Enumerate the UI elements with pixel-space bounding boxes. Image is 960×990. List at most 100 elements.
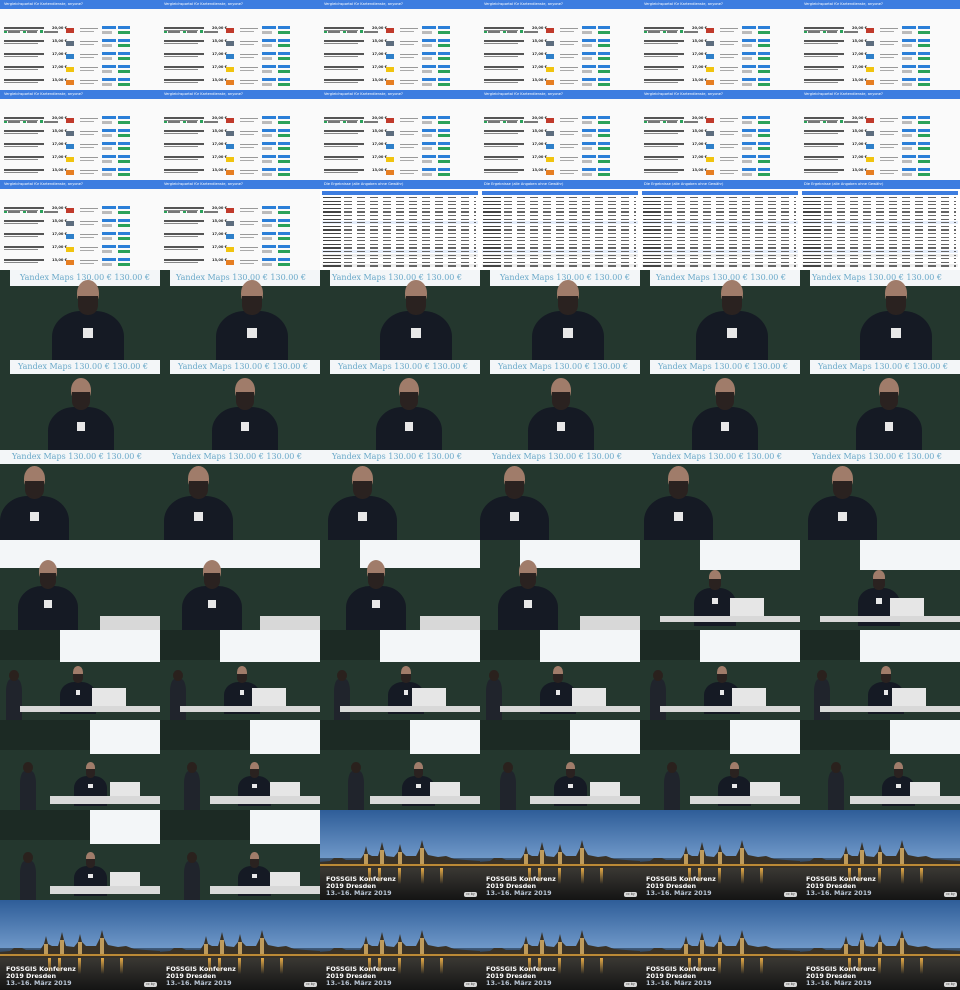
talk-photo-thumbnail[interactable]: [160, 810, 320, 900]
talk-photo-thumbnail[interactable]: Yandex Maps 130.00 € 130.00 €: [800, 450, 960, 540]
closing-slide-thumbnail[interactable]: FOSSGIS Konferenz 2019 Dresden 13.–16. M…: [640, 900, 800, 990]
closing-slide-thumbnail[interactable]: FOSSGIS Konferenz 2019 Dresden 13.–16. M…: [0, 900, 160, 990]
moderator: [170, 670, 186, 720]
talk-photo-thumbnail[interactable]: [160, 630, 320, 720]
list-item: 13,00 €: [164, 257, 316, 269]
talk-photo-thumbnail[interactable]: Yandex Maps 130.00 € 130.00 €: [800, 270, 960, 360]
item-detail: [560, 44, 574, 46]
talk-photo-thumbnail[interactable]: Yandex Maps 130.00 € 130.00 €: [0, 450, 160, 540]
item-subtitle: [4, 69, 38, 71]
item-button: [262, 245, 276, 248]
item-detail: [560, 31, 574, 33]
talk-photo-thumbnail[interactable]: [160, 720, 320, 810]
light-reflection: [538, 958, 541, 974]
table-slide-thumbnail[interactable]: Die Ergebnisse (alle Angaben ohne Gewähr…: [640, 180, 800, 270]
talk-photo-thumbnail[interactable]: [0, 720, 160, 810]
table-slide-thumbnail[interactable]: Die Ergebnisse (alle Angaben ohne Gewähr…: [480, 180, 640, 270]
item-button: [582, 147, 592, 150]
closing-slide-thumbnail[interactable]: FOSSGIS Konferenz 2019 Dresden 13.–16. M…: [160, 900, 320, 990]
item-button: [278, 78, 290, 81]
talk-photo-thumbnail[interactable]: Yandex Maps 130.00 € 130.00 €: [480, 450, 640, 540]
item-button: [582, 121, 592, 124]
talk-photo-thumbnail[interactable]: Yandex Maps 130.00 € 130.00 €: [0, 360, 160, 450]
slide-thumbnail[interactable]: Vergleichsportal für Kartendienste, anyo…: [640, 90, 800, 180]
talk-photo-thumbnail[interactable]: Yandex Maps 130.00 € 130.00 €: [160, 450, 320, 540]
talk-photo-thumbnail[interactable]: [320, 720, 480, 810]
item-button: [742, 155, 756, 158]
slide-thumbnail[interactable]: Vergleichsportal für Kartendienste, anyo…: [320, 90, 480, 180]
talk-photo-thumbnail[interactable]: [320, 630, 480, 720]
item-detail: [880, 54, 898, 56]
talk-photo-thumbnail[interactable]: [800, 720, 960, 810]
table-slide-thumbnail[interactable]: Die Ergebnisse (alle Angaben ohne Gewähr…: [800, 180, 960, 270]
talk-photo-thumbnail[interactable]: Yandex Maps 130.00 € 130.00 €: [640, 450, 800, 540]
row-values: [664, 254, 796, 256]
slide-thumbnail[interactable]: Vergleichsportal für Kartendienste, anyo…: [480, 90, 640, 180]
speaker: [18, 560, 78, 630]
slide-body: 20,00 € 15,00 € 17,00 € 17,00 € 13,00 €: [0, 189, 160, 270]
item-button: [102, 211, 112, 214]
caption-line-3: 13.–16. März 2019: [486, 889, 552, 897]
talk-photo-thumbnail[interactable]: [320, 540, 480, 630]
table-row: [802, 239, 958, 242]
slide-thumbnail[interactable]: Vergleichsportal für Kartendienste, anyo…: [800, 0, 960, 90]
closing-slide-thumbnail[interactable]: FOSSGIS Konferenz 2019 Dresden 13.–16. M…: [800, 900, 960, 990]
talk-photo-thumbnail[interactable]: [800, 540, 960, 630]
talk-photo-thumbnail[interactable]: Yandex Maps 130.00 € 130.00 €: [160, 360, 320, 450]
closing-slide-thumbnail[interactable]: FOSSGIS Konferenz 2019 Dresden 13.–16. M…: [480, 810, 640, 900]
moderator-head: [667, 762, 677, 773]
talk-photo-thumbnail[interactable]: Yandex Maps 130.00 € 130.00 €: [640, 360, 800, 450]
slide-thumbnail[interactable]: Vergleichsportal für Kartendienste, anyo…: [160, 180, 320, 270]
item-detail: [880, 131, 898, 133]
closing-slide-thumbnail[interactable]: FOSSGIS Konferenz 2019 Dresden 13.–16. M…: [800, 810, 960, 900]
slide-thumbnail[interactable]: Vergleichsportal für Kartendienste, anyo…: [160, 90, 320, 180]
talk-photo-thumbnail[interactable]: [480, 540, 640, 630]
slide-thumbnail[interactable]: Vergleichsportal für Kartendienste, anyo…: [320, 0, 480, 90]
talk-photo-thumbnail[interactable]: [480, 720, 640, 810]
slide-thumbnail[interactable]: Vergleichsportal für Kartendienste, anyo…: [0, 0, 160, 90]
talk-photo-thumbnail[interactable]: [800, 630, 960, 720]
table-slide-thumbnail[interactable]: Die Ergebnisse (alle Angaben ohne Gewähr…: [320, 180, 480, 270]
closing-slide-thumbnail[interactable]: FOSSGIS Konferenz 2019 Dresden 13.–16. M…: [480, 900, 640, 990]
moderator-body: [6, 679, 22, 720]
talk-photo-thumbnail[interactable]: [0, 810, 160, 900]
item-detail: [400, 173, 414, 175]
slide-thumbnail[interactable]: Vergleichsportal für Kartendienste, anyo…: [640, 0, 800, 90]
list-item: 20,00 €: [484, 25, 636, 37]
talk-photo-thumbnail[interactable]: Yandex Maps 130.00 € 130.00 €: [160, 270, 320, 360]
closing-slide-thumbnail[interactable]: FOSSGIS Konferenz 2019 Dresden 13.–16. M…: [320, 900, 480, 990]
item-title: [4, 246, 44, 248]
talk-photo-thumbnail[interactable]: [160, 540, 320, 630]
talk-photo-thumbnail[interactable]: Yandex Maps 130.00 € 130.00 €: [0, 270, 160, 360]
slide-thumbnail[interactable]: Vergleichsportal für Kartendienste, anyo…: [800, 90, 960, 180]
talk-photo-thumbnail[interactable]: [640, 630, 800, 720]
talk-photo-thumbnail[interactable]: Yandex Maps 130.00 € 130.00 €: [320, 270, 480, 360]
projection-screen: [700, 540, 800, 570]
closing-slide-thumbnail[interactable]: FOSSGIS Konferenz 2019 Dresden 13.–16. M…: [320, 810, 480, 900]
talk-photo-thumbnail[interactable]: Yandex Maps 130.00 € 130.00 €: [320, 450, 480, 540]
talk-photo-thumbnail[interactable]: Yandex Maps 130.00 € 130.00 €: [640, 270, 800, 360]
talk-photo-thumbnail[interactable]: Yandex Maps 130.00 € 130.00 €: [480, 360, 640, 450]
closing-slide-thumbnail[interactable]: FOSSGIS Konferenz 2019 Dresden 13.–16. M…: [640, 810, 800, 900]
talk-photo-thumbnail[interactable]: [480, 630, 640, 720]
slide-title: Vergleichsportal für Kartendienste, anyo…: [800, 90, 960, 99]
talk-photo-thumbnail[interactable]: Yandex Maps 130.00 € 130.00 €: [800, 360, 960, 450]
talk-photo-thumbnail[interactable]: [640, 720, 800, 810]
slide-thumbnail[interactable]: Vergleichsportal für Kartendienste, anyo…: [480, 0, 640, 90]
talk-photo-thumbnail[interactable]: Yandex Maps 130.00 € 130.00 €: [480, 270, 640, 360]
item-subtitle: [644, 172, 678, 174]
talk-photo-thumbnail[interactable]: [640, 540, 800, 630]
slide-thumbnail[interactable]: Vergleichsportal für Kartendienste, anyo…: [0, 180, 160, 270]
moderator-body: [828, 771, 844, 810]
slide-thumbnail[interactable]: Vergleichsportal für Kartendienste, anyo…: [160, 0, 320, 90]
item-button: [102, 232, 116, 235]
item-subtitle: [324, 133, 358, 135]
slide-thumbnail[interactable]: Vergleichsportal für Kartendienste, anyo…: [0, 90, 160, 180]
table-row: [322, 200, 478, 203]
item-button: [422, 26, 436, 29]
list-item: 17,00 €: [324, 154, 476, 166]
talk-photo-thumbnail[interactable]: [0, 540, 160, 630]
talk-photo-thumbnail[interactable]: Yandex Maps 130.00 € 130.00 €: [320, 360, 480, 450]
talk-photo-thumbnail[interactable]: [0, 630, 160, 720]
provider-logo: [226, 41, 234, 46]
